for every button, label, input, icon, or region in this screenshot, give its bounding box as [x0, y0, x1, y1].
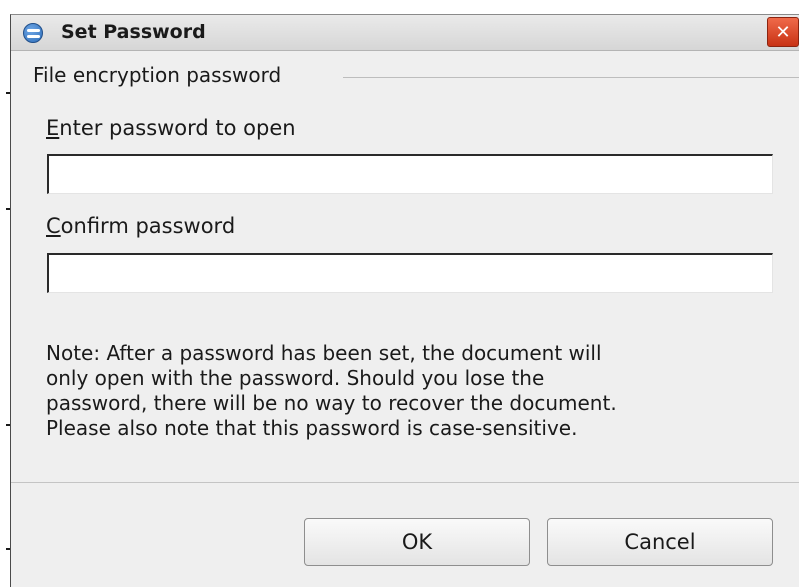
close-icon: ✕: [775, 21, 791, 43]
confirm-password-input[interactable]: [47, 253, 773, 293]
title-bar[interactable]: Set Password ✕: [11, 15, 799, 51]
dialog-title: Set Password: [61, 21, 206, 43]
app-globe-icon: [23, 23, 43, 43]
confirm-password-mnemonic: C: [46, 214, 61, 238]
confirm-password-label: Confirm password: [46, 214, 235, 238]
enter-password-mnemonic: E: [46, 116, 60, 140]
enter-password-label-text: nter password to open: [59, 116, 296, 140]
ok-button[interactable]: OK: [304, 518, 530, 566]
cancel-button[interactable]: Cancel: [547, 518, 773, 566]
enter-password-input[interactable]: [47, 154, 773, 194]
section-divider: [343, 77, 799, 78]
password-note: Note: After a password has been set, the…: [46, 341, 617, 440]
section-label-file-encryption: File encryption password: [33, 63, 282, 87]
globe-wave-icon: [27, 29, 40, 32]
set-password-dialog: Set Password ✕ File encryption password …: [10, 14, 799, 587]
confirm-password-label-text: onfirm password: [60, 214, 236, 238]
desktop-background: [0, 0, 10, 587]
close-button[interactable]: ✕: [767, 17, 799, 47]
button-separator: [11, 482, 799, 483]
globe-wave-icon: [27, 35, 40, 38]
enter-password-label: Enter password to open: [46, 116, 296, 140]
